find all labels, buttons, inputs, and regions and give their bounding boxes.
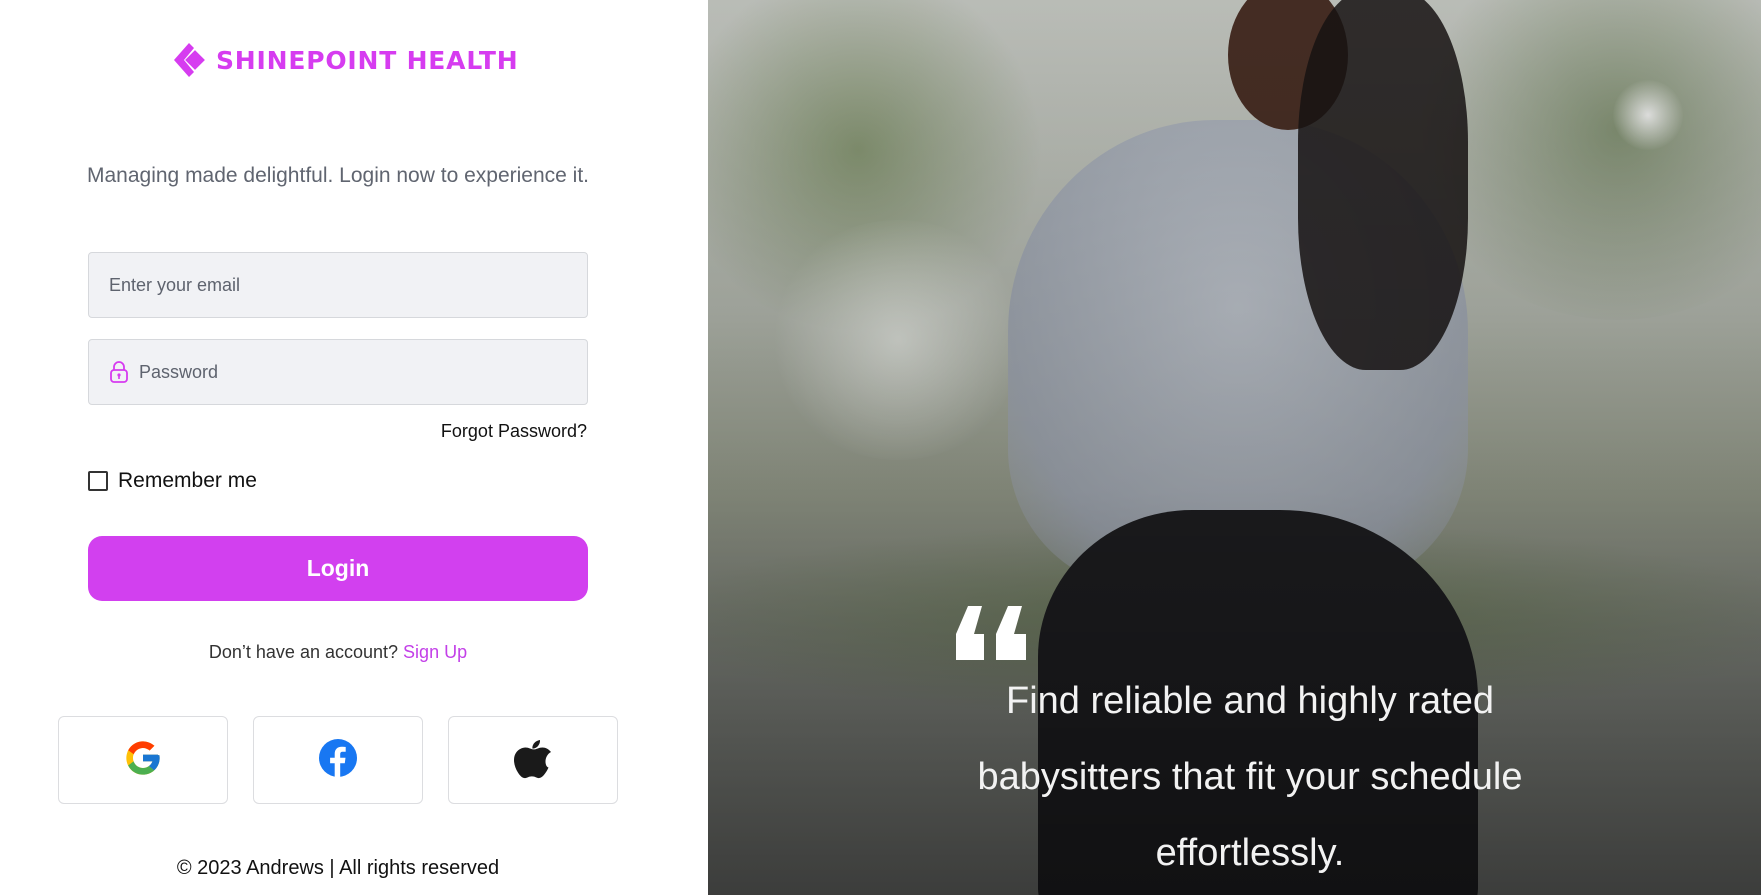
signup-link[interactable]: Sign Up [403, 642, 467, 662]
email-field-wrapper [88, 252, 588, 318]
password-field-wrapper [88, 339, 588, 405]
remember-me-checkbox[interactable] [88, 471, 108, 491]
tagline: Managing made delightful. Login now to e… [87, 164, 589, 187]
signup-prompt-text: Don’t have an account? [208, 642, 399, 662]
lock-icon [109, 361, 129, 383]
login-button[interactable]: Login [88, 536, 588, 601]
remember-me-label: Remember me [118, 469, 257, 492]
google-login-button[interactable] [58, 716, 228, 804]
apple-login-button[interactable] [448, 716, 618, 804]
google-icon [123, 738, 163, 783]
brand-name: SHINEPOINT HEALTH [216, 45, 519, 75]
brand-logo: SHINEPOINT HEALTH [170, 41, 519, 79]
signup-prompt: Don’t have an account? Sign Up [0, 642, 676, 663]
footer-copyright: © 2023 Andrews | All rights reserved [176, 857, 500, 879]
quote-mark-icon [954, 604, 1028, 665]
diamond-chevron-icon [170, 41, 208, 79]
hero-quote: Find reliable and highly rated babysitte… [977, 680, 1523, 874]
login-panel: SHINEPOINT HEALTH Managing made delightf… [0, 0, 708, 895]
facebook-login-button[interactable] [253, 716, 423, 804]
facebook-icon [318, 738, 358, 783]
forgot-password-link[interactable]: Forgot Password? [441, 421, 587, 442]
remember-me[interactable]: Remember me [88, 469, 257, 493]
apple-icon [513, 736, 553, 785]
password-field[interactable] [139, 340, 587, 404]
email-field[interactable] [109, 253, 587, 317]
hero-panel: Find reliable and highly rated babysitte… [708, 0, 1761, 895]
